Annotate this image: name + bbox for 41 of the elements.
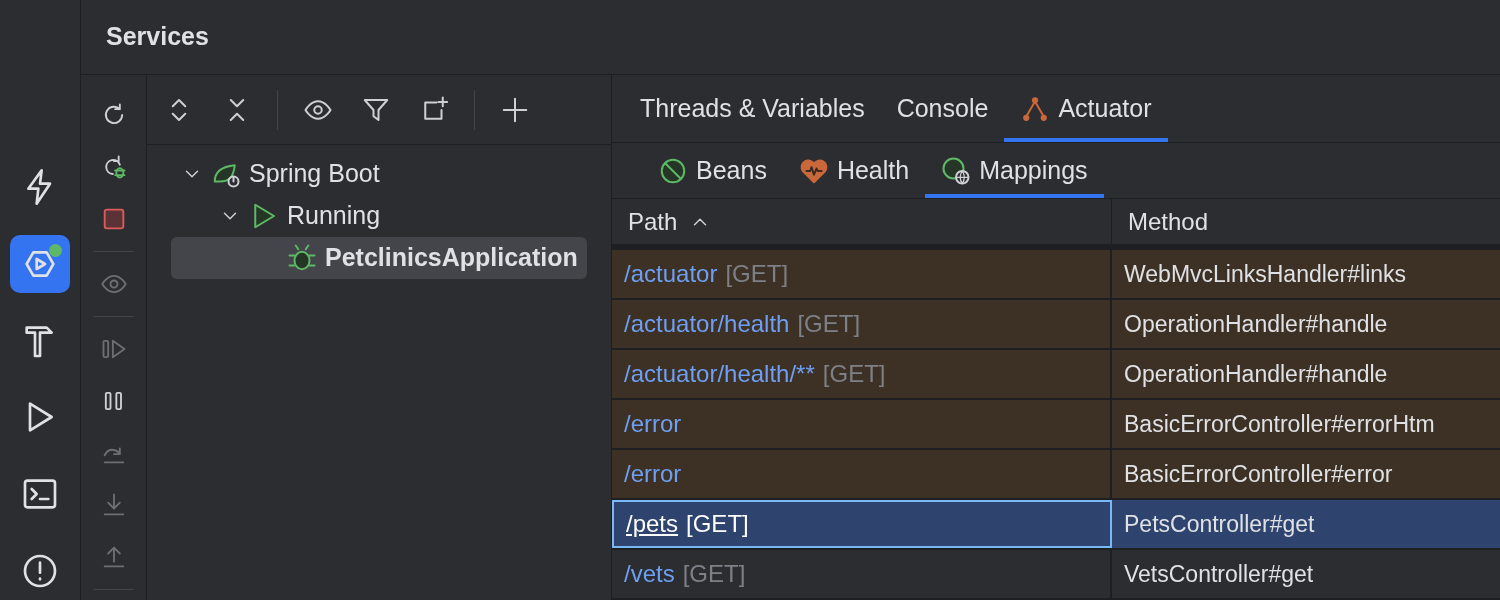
tab[interactable]: Threads & Variables bbox=[624, 75, 881, 142]
table-row[interactable]: /error BasicErrorController#error bbox=[612, 450, 1500, 500]
http-verb: [GET] bbox=[682, 559, 746, 589]
tree-item[interactable]: Running bbox=[171, 195, 587, 237]
column-header[interactable]: Path bbox=[612, 199, 1112, 244]
path-link[interactable]: /error bbox=[624, 456, 682, 492]
leaf-globe-icon bbox=[941, 155, 972, 186]
table-cell-text: BasicErrorController#error bbox=[1123, 459, 1394, 489]
panel-title: Services bbox=[106, 21, 209, 53]
http-verb: [GET] bbox=[725, 259, 789, 289]
path-link[interactable]: /actuator/health/** bbox=[624, 356, 815, 392]
tab[interactable]: Actuator bbox=[1004, 75, 1168, 142]
bug-icon bbox=[287, 243, 317, 273]
table-cell-text: OperationHandler#handle bbox=[1123, 359, 1389, 389]
table-cell-text: OperationHandler#handle bbox=[1123, 309, 1389, 339]
path-link[interactable]: /pets bbox=[626, 506, 679, 542]
path-link[interactable]: /vets bbox=[624, 556, 675, 592]
column-header[interactable]: Method bbox=[1112, 199, 1500, 244]
table-row[interactable]: /actuator [GET] WebMvcLinksHandler#links bbox=[612, 250, 1500, 300]
table-row[interactable]: /actuator/health/** [GET] OperationHandler#handle bbox=[612, 350, 1500, 400]
path-link[interactable]: /error bbox=[624, 406, 682, 442]
table-row[interactable]: /error BasicErrorController#errorHtm bbox=[612, 400, 1500, 450]
table-cell-text: BasicErrorController#errorHtm bbox=[1123, 409, 1436, 439]
table-row[interactable]: /pets [GET] PetsController#get bbox=[612, 500, 1500, 550]
http-verb: [GET] bbox=[822, 359, 886, 389]
table-cell-text: WebMvcLinksHandler#links bbox=[1123, 259, 1408, 289]
tab[interactable]: Mappings bbox=[925, 143, 1104, 199]
tab[interactable]: Beans bbox=[642, 143, 783, 199]
table-row[interactable]: /actuator/health [GET] OperationHandler#handle bbox=[612, 300, 1500, 350]
table-cell-text: PetsController#get bbox=[1123, 509, 1316, 539]
http-verb: [GET] bbox=[686, 509, 749, 539]
table-cell-text: VetsController#get bbox=[1123, 559, 1315, 589]
table-row[interactable]: /vets [GET] VetsController#get bbox=[612, 550, 1500, 600]
tree-item[interactable]: PetclinicsApplication bbox=[171, 237, 587, 279]
tool-window-button[interactable] bbox=[10, 234, 70, 294]
path-link[interactable]: /actuator/health bbox=[624, 306, 790, 342]
tab[interactable]: Console bbox=[880, 75, 1005, 142]
tree-item[interactable]: Spring Boot bbox=[171, 153, 587, 195]
tab[interactable]: Health bbox=[782, 143, 926, 199]
path-link[interactable]: /actuator bbox=[624, 256, 718, 292]
http-verb: [GET] bbox=[797, 309, 861, 339]
